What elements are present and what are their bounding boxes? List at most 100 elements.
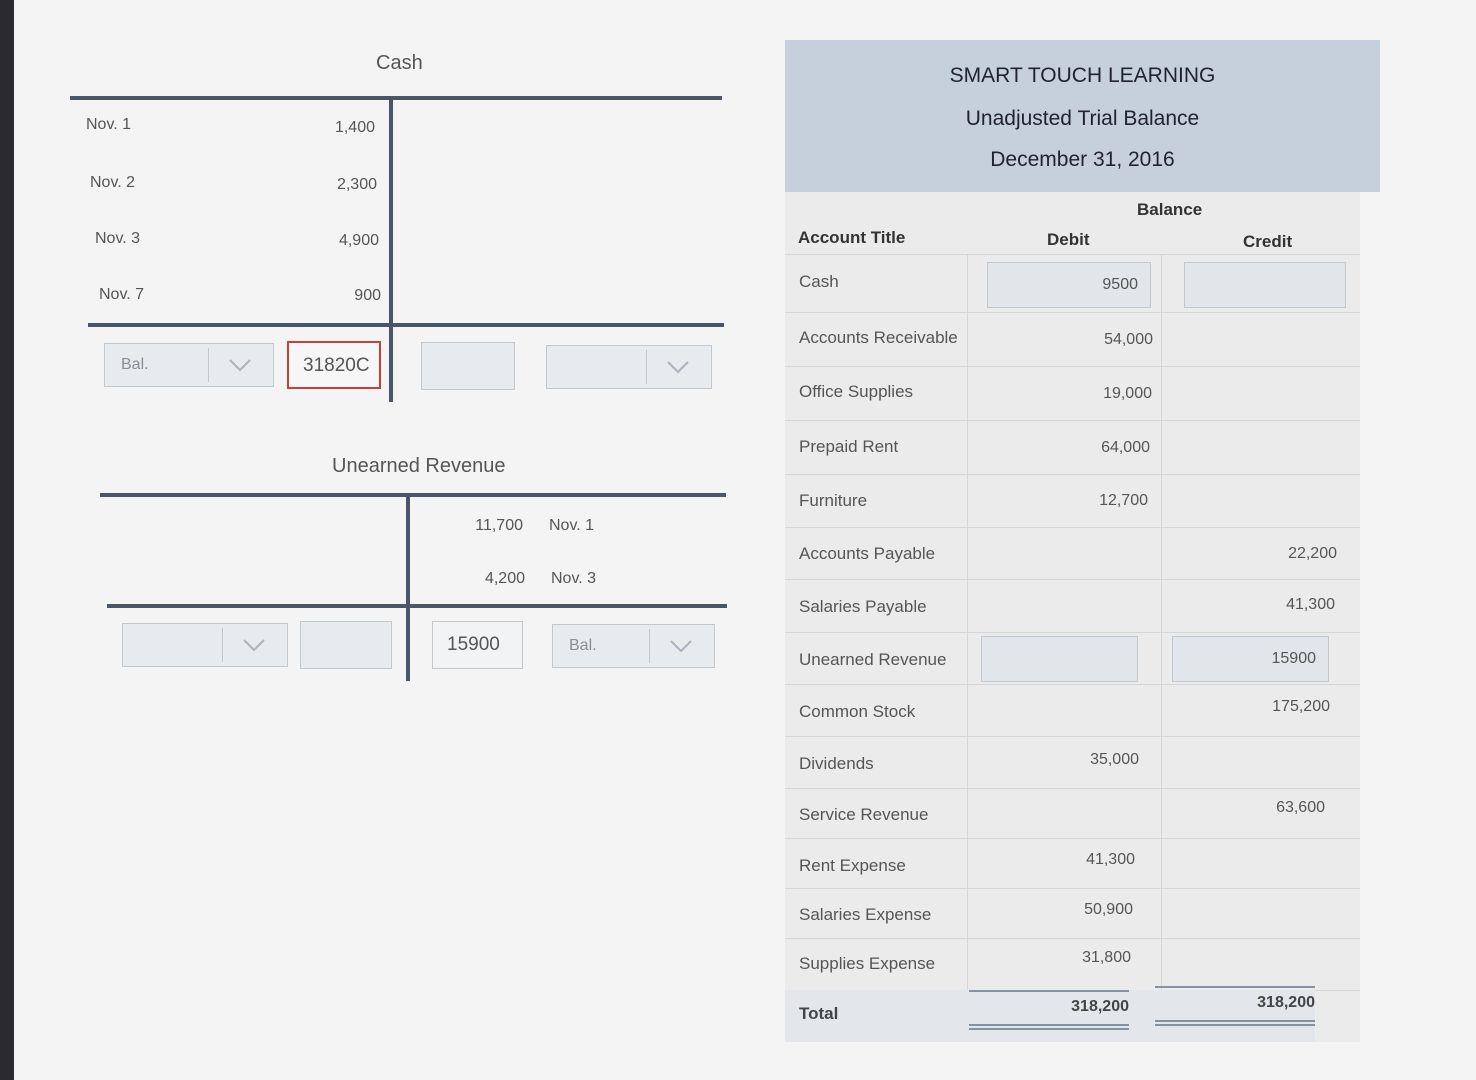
select-divider — [222, 628, 223, 662]
debit-total-underline — [969, 990, 1129, 992]
cash-debit-amount: 1,400 — [334, 119, 375, 136]
row-divider — [785, 579, 1360, 580]
row-divider — [785, 736, 1360, 737]
cash-credit-input[interactable] — [1184, 262, 1346, 308]
account-title-cell: Cash — [799, 272, 839, 291]
cash-center-rule — [389, 96, 393, 402]
cash-credit-label-select[interactable] — [546, 345, 712, 389]
account-title-cell: Salaries Expense — [799, 905, 932, 924]
account-title-cell: Rent Expense — [799, 856, 906, 875]
cash-balance-rule — [88, 323, 724, 327]
unearned-revenue-credit-input[interactable]: 15900 — [1172, 636, 1329, 682]
unearned-top-rule — [100, 493, 726, 497]
chevron-down-icon — [670, 640, 692, 653]
trial-balance-body: Balance Account Title Debit Credit Cash … — [785, 192, 1360, 1042]
unearned-balance-rule — [107, 604, 727, 608]
account-title-cell: Accounts Receivable — [799, 328, 958, 347]
debit-amount-cell: 41,300 — [1086, 851, 1135, 868]
cash-credit-balance-input[interactable] — [421, 342, 515, 390]
credit-amount-cell: 175,200 — [1272, 698, 1330, 715]
credit-total-double-underline — [1155, 1020, 1315, 1026]
credit-amount-cell: 63,600 — [1276, 799, 1325, 816]
row-divider — [785, 366, 1360, 367]
unearned-credit-date: Nov. 3 — [551, 570, 597, 587]
chevron-down-icon — [229, 359, 251, 372]
debit-total: 318,200 — [1071, 998, 1129, 1015]
unearned-debit-balance-input[interactable] — [300, 621, 392, 669]
select-value: Bal. — [121, 356, 149, 373]
cash-debit-date: Nov. 3 — [95, 230, 141, 247]
chevron-down-icon — [243, 639, 265, 652]
monitor-bezel — [0, 0, 14, 1080]
debit-amount-cell: 54,000 — [1104, 331, 1153, 348]
cash-debit-amount: 4,900 — [338, 232, 379, 249]
cash-debit-date: Nov. 7 — [99, 286, 145, 303]
trial-balance-header: SMART TOUCH LEARNING Unadjusted Trial Ba… — [785, 40, 1380, 192]
account-title-cell: Office Supplies — [799, 382, 914, 401]
column-divider — [967, 254, 968, 990]
row-divider — [785, 788, 1360, 789]
debit-amount-cell: 35,000 — [1090, 751, 1139, 768]
credit-amount-cell: 41,300 — [1286, 596, 1335, 613]
debit-amount-cell: 19,000 — [1103, 385, 1152, 402]
company-name: SMART TOUCH LEARNING — [949, 64, 1216, 87]
account-title-cell: Salaries Payable — [799, 597, 927, 616]
credit-amount-cell: 22,200 — [1288, 545, 1337, 562]
total-row: Total 318,200 318,200 — [785, 986, 1315, 1042]
unearned-credit-balance-input[interactable]: 15900 — [432, 621, 523, 669]
unearned-credit-date: Nov. 1 — [549, 517, 595, 534]
debit-amount-cell: 12,700 — [1099, 492, 1148, 509]
row-divider — [785, 888, 1360, 889]
unearned-account-title: Unearned Revenue — [332, 455, 506, 477]
select-divider — [649, 629, 650, 663]
account-title-cell: Common Stock — [799, 702, 916, 721]
cash-debit-amount: 2,300 — [336, 176, 377, 193]
cash-debit-date: Nov. 2 — [90, 174, 136, 191]
row-divider — [785, 838, 1360, 839]
debit-amount-cell: 50,900 — [1084, 901, 1133, 918]
unearned-credit-label-select[interactable]: Bal. — [552, 624, 715, 668]
unearned-credit-amount: 11,700 — [475, 517, 523, 534]
row-divider — [785, 632, 1360, 633]
total-label: Total — [799, 1004, 839, 1023]
row-divider — [785, 527, 1360, 528]
unearned-credit-amount: 4,200 — [484, 570, 525, 587]
select-value: Bal. — [569, 637, 597, 654]
debit-total-double-underline — [969, 1024, 1129, 1030]
debit-column-header: Debit — [1047, 230, 1090, 249]
report-date: December 31, 2016 — [990, 148, 1175, 171]
account-title-cell: Service Revenue — [799, 805, 929, 824]
unearned-revenue-debit-input[interactable] — [981, 636, 1138, 682]
cash-debit-balance-input[interactable]: 31820C — [287, 341, 381, 389]
chevron-down-icon — [667, 361, 689, 374]
select-divider — [646, 350, 647, 384]
cash-top-rule — [70, 96, 722, 100]
cash-balance-label-select[interactable]: Bal. — [104, 343, 274, 387]
cash-debit-input[interactable]: 9500 — [987, 262, 1151, 308]
trial-balance-panel: SMART TOUCH LEARNING Unadjusted Trial Ba… — [785, 40, 1380, 1042]
unearned-center-rule — [406, 493, 410, 681]
credit-total: 318,200 — [1257, 994, 1315, 1011]
row-divider — [785, 312, 1360, 313]
account-title-cell: Prepaid Rent — [799, 437, 899, 456]
cash-debit-amount: 900 — [354, 287, 381, 304]
balance-column-header: Balance — [1137, 200, 1203, 219]
cash-account-title: Cash — [376, 52, 423, 74]
report-name: Unadjusted Trial Balance — [965, 107, 1200, 130]
row-divider — [785, 474, 1360, 475]
credit-column-header: Credit — [1243, 232, 1293, 251]
credit-total-underline — [1155, 986, 1315, 988]
account-title-cell: Supplies Expense — [799, 954, 936, 973]
account-title-cell: Dividends — [799, 754, 874, 773]
account-title-column-header: Account Title — [798, 228, 906, 247]
debit-amount-cell: 64,000 — [1101, 439, 1150, 456]
select-divider — [208, 348, 209, 382]
column-divider — [1161, 254, 1162, 990]
cash-debit-date: Nov. 1 — [86, 116, 132, 133]
unearned-debit-label-select[interactable] — [122, 623, 288, 667]
account-title-cell: Furniture — [799, 491, 868, 510]
account-title-cell: Accounts Payable — [799, 544, 936, 563]
debit-amount-cell: 31,800 — [1082, 949, 1131, 966]
row-divider — [785, 684, 1360, 685]
row-divider — [785, 254, 1360, 255]
